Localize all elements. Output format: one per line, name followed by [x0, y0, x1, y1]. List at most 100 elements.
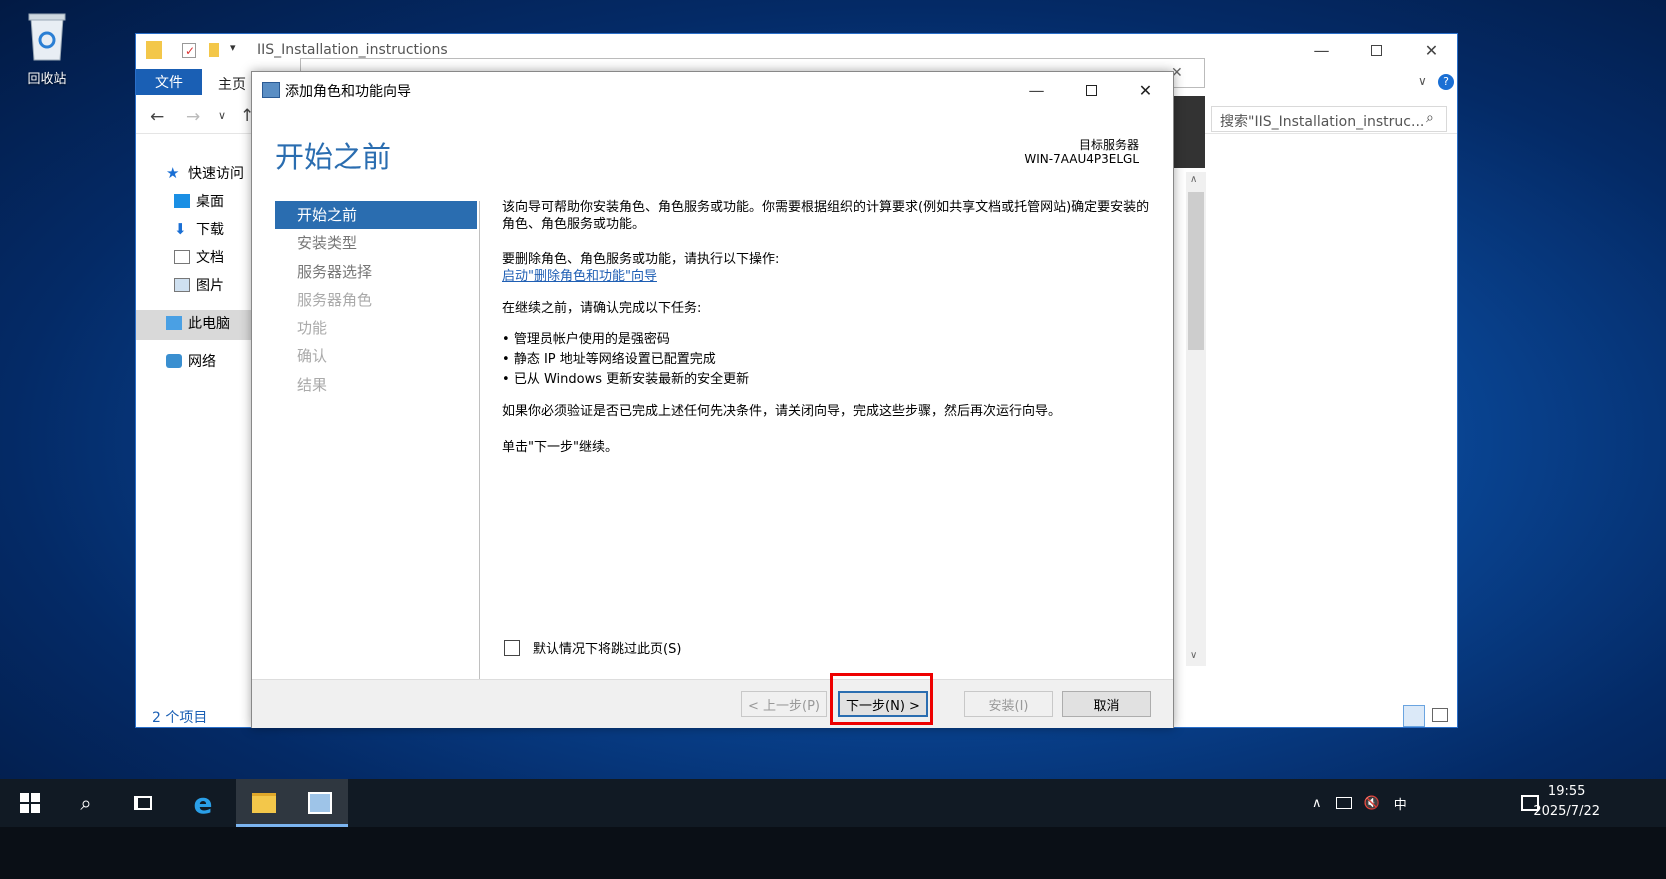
maximize-button[interactable]	[1349, 34, 1404, 66]
sidebar-item-quick-access[interactable]: ★ 快速访问	[166, 160, 244, 186]
close-button[interactable]: ✕	[1404, 34, 1459, 66]
search-icon: ⌕	[80, 791, 92, 815]
step-installation-type[interactable]: 安装类型	[275, 229, 477, 257]
windows-logo-icon	[20, 793, 40, 813]
recent-locations-icon[interactable]: ∨	[218, 109, 226, 122]
background-window-panel	[1174, 96, 1205, 168]
start-button[interactable]	[2, 779, 58, 827]
steps-divider	[479, 201, 480, 679]
action-center-button[interactable]	[1502, 779, 1558, 827]
sidebar-item-downloads[interactable]: ⬇ 下载	[174, 216, 224, 242]
internet-explorer-icon: e	[193, 786, 213, 820]
server-manager-icon	[308, 792, 332, 814]
folder-icon	[252, 793, 276, 813]
screen-bottom-strip	[0, 827, 1666, 879]
system-tray: ∧ 🔇 中	[1312, 779, 1407, 827]
scrollbar-thumb[interactable]	[1188, 192, 1204, 350]
close-icon: ✕	[1424, 40, 1439, 60]
details-view-icon[interactable]	[1403, 705, 1425, 727]
computer-icon	[166, 316, 182, 330]
sidebar-item-label: 桌面	[196, 194, 224, 210]
scroll-up-icon[interactable]: ∧	[1190, 174, 1197, 185]
add-roles-wizard-dialog: 添加角色和功能向导 — ✕ 开始之前 目标服务器 WIN-7AAU4P3ELGL…	[251, 71, 1174, 728]
network-status-icon[interactable]	[1335, 797, 1352, 809]
bullet-item: • 管理员帐户使用的是强密码	[502, 332, 670, 347]
notifications-icon	[1521, 795, 1539, 811]
search-button[interactable]: ⌕	[58, 779, 114, 827]
bullet-item: • 静态 IP 地址等网络设置已配置完成	[502, 352, 716, 367]
new-folder-icon[interactable]	[209, 43, 219, 57]
step-features: 功能	[297, 319, 328, 338]
remove-roles-link[interactable]: 启动"删除角色和功能"向导	[502, 269, 657, 284]
sidebar-item-this-pc[interactable]: 此电脑	[166, 310, 230, 336]
quick-access-dropdown-icon[interactable]: ▾	[230, 41, 236, 54]
step-confirmation: 确认	[297, 347, 328, 366]
maximize-icon	[1086, 84, 1097, 96]
star-icon: ★	[166, 164, 180, 182]
previous-button[interactable]: < 上一步(P)	[741, 691, 827, 717]
sidebar-item-documents[interactable]: 文档	[174, 244, 224, 270]
folder-icon	[146, 41, 162, 59]
checkbox-box[interactable]	[504, 639, 520, 656]
wizard-steps: 开始之前 安装类型 服务器选择 服务器角色 功能 确认 结果	[275, 201, 477, 399]
task-view-button[interactable]	[115, 779, 171, 827]
sidebar-item-label: 此电脑	[188, 316, 230, 332]
target-server-label: 目标服务器	[1078, 138, 1139, 152]
remove-intro-text: 要删除角色、角色服务或功能，请执行以下操作:	[502, 252, 780, 267]
tab-file[interactable]: 文件	[136, 69, 202, 95]
wizard-minimize-button[interactable]: —	[1009, 74, 1064, 106]
next-button-highlight-box	[830, 673, 933, 725]
show-hidden-icons[interactable]: ∧	[1312, 796, 1322, 811]
sidebar-item-pictures[interactable]: 图片	[174, 272, 224, 298]
documents-icon	[174, 250, 190, 264]
status-item-count: 2 个项目	[152, 710, 208, 726]
wizard-close-button[interactable]: ✕	[1118, 74, 1173, 106]
checklist-icon[interactable]: ✓	[182, 43, 196, 58]
server-manager-taskbar-button[interactable]	[292, 779, 348, 827]
back-icon[interactable]: ←	[150, 107, 164, 127]
minimize-button[interactable]: —	[1294, 34, 1349, 66]
tab-home[interactable]: 主页	[218, 74, 246, 94]
scroll-down-icon[interactable]: ∨	[1190, 650, 1197, 661]
bullet-text: 管理员帐户使用的是强密码	[513, 332, 670, 347]
close-icon: ✕	[1138, 80, 1153, 100]
recycle-bin[interactable]: 回收站	[14, 6, 80, 87]
sidebar-item-label: 网络	[188, 354, 216, 370]
cancel-button[interactable]: 取消	[1062, 691, 1151, 717]
skip-page-checkbox[interactable]: 默认情况下将跳过此页(S)	[504, 638, 681, 657]
sidebar-item-label: 文档	[196, 250, 224, 266]
intro-text: 该向导可帮助你安装角色、角色服务或功能。你需要根据组织的计算要求(例如共享文档或…	[502, 200, 1150, 232]
sidebar-item-desktop[interactable]: 桌面	[174, 188, 224, 214]
search-input[interactable]: 搜索"IIS_Installation_instruc...	[1211, 106, 1447, 132]
install-button[interactable]: 安装(I)	[964, 691, 1053, 717]
network-icon	[166, 354, 182, 368]
pictures-icon	[174, 278, 190, 292]
step-before-you-begin[interactable]: 开始之前	[275, 201, 477, 230]
skip-page-label: 默认情况下将跳过此页(S)	[533, 642, 682, 657]
bullet-text: 静态 IP 地址等网络设置已配置完成	[513, 352, 716, 367]
wizard-app-icon	[262, 82, 280, 98]
input-method-indicator[interactable]: 中	[1394, 794, 1407, 813]
forward-icon[interactable]: →	[186, 107, 200, 127]
sidebar-item-label: 快速访问	[188, 166, 244, 182]
wizard-maximize-button[interactable]	[1064, 74, 1119, 106]
internet-explorer-button[interactable]: e	[175, 779, 231, 827]
target-server-name: WIN-7AAU4P3ELGL	[1024, 152, 1139, 166]
bullet-text: 已从 Windows 更新安装最新的安全更新	[513, 372, 750, 387]
sidebar-item-network[interactable]: 网络	[166, 348, 216, 374]
download-icon: ⬇	[174, 220, 187, 238]
minimize-icon: —	[1313, 40, 1330, 60]
search-icon: ⌕	[1426, 110, 1434, 126]
recycle-bin-label: 回收站	[27, 72, 67, 87]
large-icons-view-icon[interactable]	[1432, 708, 1448, 722]
task-view-icon	[134, 796, 152, 810]
recycle-bin-icon	[25, 10, 69, 62]
ribbon-expand-icon[interactable]: ∨	[1418, 74, 1427, 88]
help-icon[interactable]: ?	[1438, 74, 1454, 90]
step-server-selection[interactable]: 服务器选择	[275, 258, 477, 286]
taskbar: ⌕ e ∧ 🔇 中 19:55 2025/7/22	[0, 779, 1666, 827]
before-continue-text: 在继续之前，请确认完成以下任务:	[502, 301, 702, 316]
sidebar-item-label: 下载	[196, 222, 224, 238]
file-explorer-taskbar-button[interactable]	[236, 779, 292, 827]
volume-muted-icon[interactable]: 🔇	[1364, 796, 1380, 811]
